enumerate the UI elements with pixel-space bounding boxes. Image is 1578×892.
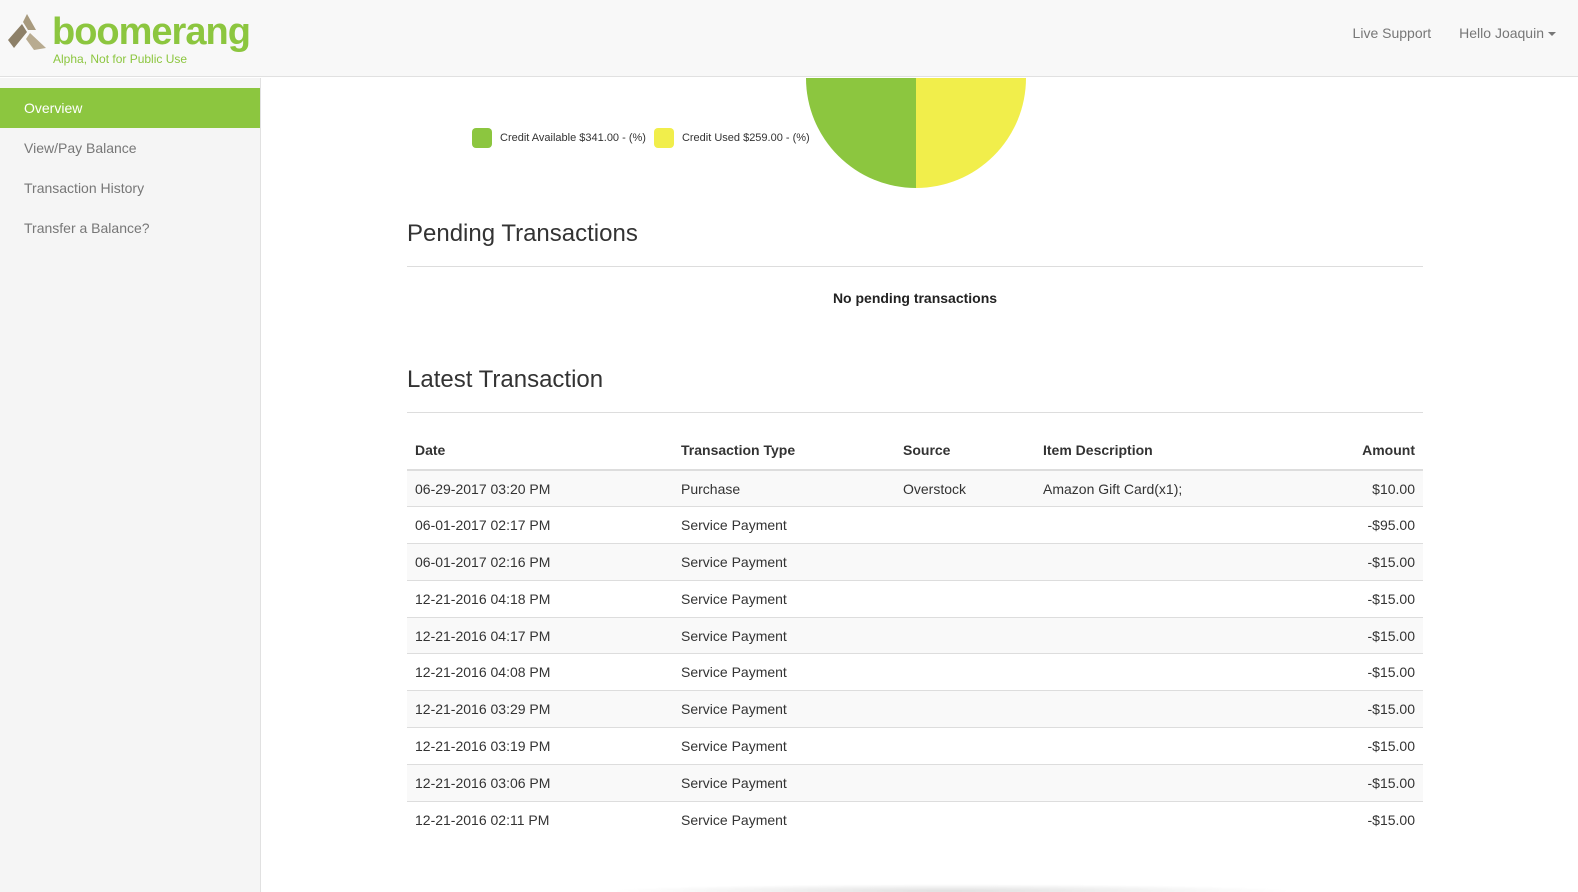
pending-transactions-title: Pending Transactions [407,220,638,247]
cell-date: 06-01-2017 02:16 PM [407,543,673,581]
main-content: Credit Available $341.00 - (%) Credit Us… [261,78,1578,892]
sidebar-item-view-pay-balance[interactable]: View/Pay Balance [0,128,260,168]
cell-item-description: Amazon Gift Card(x1); [1035,469,1304,507]
col-header-transaction-type: Transaction Type [673,430,895,471]
cell-item-description [1035,506,1304,544]
cell-date: 06-29-2017 03:20 PM [407,469,673,507]
chart-legend: Credit Available $341.00 - (%) Credit Us… [472,128,818,148]
credit-pie-chart [806,78,1026,188]
table-row: 12-21-2016 04:08 PM Service Payment -$15.0… [407,653,1423,691]
sidebar-item-overview[interactable]: Overview [0,88,260,128]
legend-label-credit-available: Credit Available $341.00 - (%) [500,132,646,144]
cell-date: 12-21-2016 02:11 PM [407,800,673,838]
cell-transaction-type: Service Payment [673,727,895,765]
cell-date: 12-21-2016 03:19 PM [407,727,673,765]
cell-item-description [1035,653,1304,691]
cell-date: 12-21-2016 03:29 PM [407,690,673,728]
user-menu-dropdown[interactable]: Hello Joaquin [1459,24,1556,42]
legend-label-credit-used: Credit Used $259.00 - (%) [681,132,810,144]
legend-swatch-credit-used [653,128,674,148]
col-header-item-description: Item Description [1035,430,1304,471]
latest-divider [407,412,1423,413]
table-row: 12-21-2016 03:19 PM Service Payment -$15.0… [407,727,1423,765]
live-support-link[interactable]: Live Support [1353,24,1432,42]
cell-amount: -$95.00 [1303,506,1423,544]
cell-transaction-type: Purchase [673,469,895,507]
cell-transaction-type: Service Payment [673,653,895,691]
cell-source [895,616,1035,654]
table-row: 06-01-2017 02:17 PM Service Payment -$95.0… [407,506,1423,544]
cell-amount: -$15.00 [1303,763,1423,802]
cell-item-description [1035,579,1304,618]
cell-source [895,579,1035,618]
brand-logo[interactable]: boomerang Alpha, Not for Public Use [6,10,251,68]
boomerang-logo-icon [8,14,46,50]
cell-source [895,800,1035,838]
cell-item-description [1035,543,1304,581]
latest-transactions-table: Date Transaction Type Source Item Descri… [407,430,1423,838]
caret-down-icon [1548,32,1556,37]
nav-right: Live Support Hello Joaquin [1353,24,1556,42]
col-header-amount: Amount [1303,430,1423,471]
cell-transaction-type: Service Payment [673,763,895,802]
sidebar-item-transaction-history[interactable]: Transaction History [0,168,260,208]
cell-source [895,653,1035,691]
table-body: 06-29-2017 03:20 PM Purchase Overstock Amaz… [407,469,1423,838]
table-row: 06-29-2017 03:20 PM Purchase Overstock Amaz… [407,469,1423,507]
table-row: 12-21-2016 03:29 PM Service Payment -$15.0… [407,690,1423,728]
cell-date: 12-21-2016 04:08 PM [407,653,673,691]
cell-amount: -$15.00 [1303,616,1423,654]
no-pending-message: No pending transactions [832,290,998,306]
cell-source [895,763,1035,802]
cell-source [895,506,1035,544]
cell-source [895,690,1035,728]
col-header-source: Source [895,430,1035,471]
cell-item-description [1035,690,1304,728]
table-row: 06-01-2017 02:16 PM Service Payment -$15.0… [407,543,1423,581]
legend-swatch-credit-available [472,128,492,148]
user-greeting: Hello Joaquin [1459,25,1544,41]
cell-item-description [1035,616,1304,654]
cell-date: 12-21-2016 04:17 PM [407,616,673,654]
cell-amount: -$15.00 [1303,690,1423,728]
cell-transaction-type: Service Payment [673,579,895,618]
cell-amount: -$15.00 [1303,653,1423,691]
cell-amount: -$15.00 [1303,800,1423,838]
cell-date: 12-21-2016 03:06 PM [407,763,673,802]
latest-transaction-title: Latest Transaction [407,366,604,393]
cell-source [895,543,1035,581]
cell-source [895,727,1035,765]
cell-item-description [1035,763,1304,802]
sidebar-item-transfer-balance[interactable]: Transfer a Balance? [0,208,260,248]
cell-transaction-type: Service Payment [673,690,895,728]
table-row: 12-21-2016 04:18 PM Service Payment -$15.0… [407,579,1423,618]
cell-item-description [1035,727,1304,765]
cell-date: 06-01-2017 02:17 PM [407,506,673,544]
brand-tagline: Alpha, Not for Public Use [53,52,188,66]
table-header-row: Date Transaction Type Source Item Descri… [407,430,1423,471]
cell-amount: -$15.00 [1303,543,1423,581]
brand-name: boomerang [52,11,251,53]
legend-item-credit-used: Credit Used $259.00 - (%) [653,128,810,148]
cell-date: 12-21-2016 04:18 PM [407,579,673,618]
table-row: 12-21-2016 02:11 PM Service Payment -$15.0… [407,800,1423,838]
cell-amount: $10.00 [1303,469,1423,507]
cell-transaction-type: Service Payment [673,543,895,581]
cell-amount: -$15.00 [1303,579,1423,618]
cell-transaction-type: Service Payment [673,506,895,544]
cell-item-description [1035,800,1304,838]
cell-source: Overstock [895,469,1035,507]
cell-transaction-type: Service Payment [673,800,895,838]
cell-transaction-type: Service Payment [673,616,895,654]
sidebar: Overview View/Pay Balance Transaction Hi… [0,78,261,892]
bottom-shadow [606,884,1296,892]
col-header-date: Date [407,430,673,471]
legend-item-credit-available: Credit Available $341.00 - (%) [472,128,646,148]
table-row: 12-21-2016 04:17 PM Service Payment -$15.0… [407,616,1423,654]
cell-amount: -$15.00 [1303,727,1423,765]
table-row: 12-21-2016 03:06 PM Service Payment -$15.0… [407,763,1423,802]
navbar: boomerang Alpha, Not for Public Use Live… [0,0,1578,77]
pending-divider [407,266,1423,267]
